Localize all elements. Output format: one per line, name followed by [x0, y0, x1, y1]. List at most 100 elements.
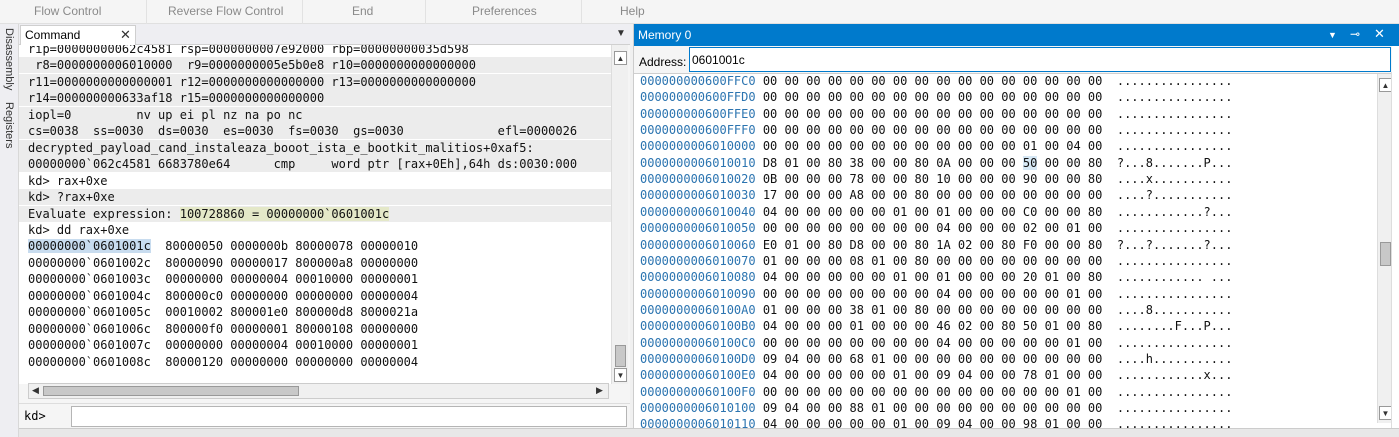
memory-row-address: 000000000600FFF0	[640, 123, 756, 138]
memory-row-ascii: ....x...........	[1116, 172, 1233, 187]
scroll-thumb[interactable]	[43, 386, 299, 396]
pin-icon[interactable]: ⊸	[1350, 27, 1360, 41]
expression-result: 100728860 = 00000000`0601001c	[179, 206, 390, 221]
memory-row-bytes[interactable]: 00 00 00 00 00 00 00 00 04 00 00 00 00 0…	[763, 336, 1103, 350]
console-line-text: decrypted_payload_cand_instaleaza_booot_…	[28, 140, 534, 155]
ribbon-end[interactable]: End	[352, 4, 373, 18]
panel-menu-icon[interactable]: ▼	[616, 28, 626, 39]
memory-row-bytes[interactable]: 00 00 80	[1037, 156, 1103, 170]
memory-row: 00000000060100E0 04 00 00 00 00 00 01 00…	[640, 367, 1232, 383]
memory-row-address: 0000000006010070	[640, 253, 756, 268]
scroll-up-icon[interactable]: ▲	[614, 51, 627, 65]
memory-row-ascii: ?...8.......P...	[1116, 155, 1233, 170]
scroll-thumb[interactable]	[1380, 242, 1391, 266]
memory-row-bytes[interactable]: 00 00 00 00 00 00 00 00 00 00 00 00 00 0…	[763, 74, 1103, 88]
scroll-right-icon[interactable]: ▶	[596, 385, 603, 396]
memory-row-bytes[interactable]: 00 00 00 00 00 00 00 00 00 00 00 00 00 0…	[763, 385, 1103, 399]
tab-command[interactable]: Command ✕	[20, 25, 136, 45]
side-tab-disassembly[interactable]: Disassembly	[3, 28, 15, 90]
console-line-text: kd> rax+0xe	[28, 173, 108, 188]
side-tab-registers[interactable]: Registers	[3, 102, 15, 148]
memory-row-bytes[interactable]: 04 00 00 00 01 00 00 00 46 02 00 80 50 0…	[763, 319, 1103, 333]
memory-row-bytes[interactable]: 0B 00 00 00 78 00 00 80 10 00 00 00 90 0…	[763, 172, 1103, 186]
close-icon[interactable]: ✕	[120, 27, 131, 43]
console-line-text: iopl=0 nv up ei pl nz na po nc	[28, 107, 303, 122]
memory-row-ascii: ?...?.......?...	[1116, 237, 1233, 252]
memory-row-address: 0000000006010090	[640, 286, 756, 301]
memory-row-address: 00000000060100B0	[640, 319, 756, 334]
memory-row: 0000000006010010 D8 01 00 80 38 00 00 80…	[640, 155, 1232, 171]
memory-dump: 000000000600FFC0 00 00 00 00 00 00 00 00…	[634, 74, 1377, 437]
memory-row-bytes[interactable]: 00 00 00 00 00 00 00 00 04 00 00 00 02 0…	[763, 221, 1103, 235]
memory-row-bytes[interactable]: 01 00 00 00 08 01 00 80 00 00 00 00 00 0…	[763, 254, 1103, 268]
memory-row-bytes[interactable]: 00 00 00 00 00 00 00 00 00 00 00 00 00 0…	[763, 123, 1103, 137]
console-line: kd> ?rax+0xe	[19, 189, 611, 206]
ribbon-help[interactable]: Help	[620, 4, 645, 18]
memory-row-ascii: ................	[1116, 106, 1233, 121]
memory-row: 000000000600FFF0 00 00 00 00 00 00 00 00…	[640, 122, 1232, 138]
dropdown-icon[interactable]: ▼	[1328, 30, 1337, 40]
memory-row: 00000000060100D0 09 04 00 00 68 01 00 00…	[640, 351, 1232, 367]
console-line-text: 00000000`0601006c 800000f0 00000001 8000…	[28, 321, 419, 336]
console-line: 00000000`0601001c 80000050 0000000b 8000…	[28, 238, 611, 254]
memory-row: 00000000060100F0 00 00 00 00 00 00 00 00…	[640, 384, 1232, 400]
memory-row-ascii: ....8...........	[1116, 302, 1233, 317]
memory-row-ascii: ....h...........	[1116, 351, 1233, 366]
command-horizontal-scrollbar[interactable]: ◀ ▶	[28, 383, 609, 399]
command-vertical-scrollbar[interactable]: ▲ ▼	[611, 45, 628, 384]
console-line-text: Evaluate expression:	[28, 206, 180, 221]
memory-row-bytes[interactable]: 04 00 00 00 00 00 01 00 01 00 00 00 20 0…	[763, 270, 1103, 284]
memory-row: 00000000060100B0 04 00 00 00 01 00 00 00…	[640, 318, 1232, 334]
memory-row: 000000000600FFD0 00 00 00 00 00 00 00 00…	[640, 89, 1232, 105]
scroll-left-icon[interactable]: ◀	[32, 385, 39, 396]
console-line: kd> rax+0xe	[28, 173, 611, 189]
memory-row-address: 0000000006010040	[640, 204, 756, 219]
address-input[interactable]	[689, 47, 1391, 72]
console-line: 00000000`0601005c 00010002 800001e0 8000…	[28, 304, 611, 320]
memory-row-bytes[interactable]: 09 04 00 00 88 01 00 00 00 00 00 00 00 0…	[763, 401, 1103, 415]
memory-row-bytes[interactable]: 09 04 00 00 68 01 00 00 00 00 00 00 00 0…	[763, 352, 1103, 366]
close-icon[interactable]: ✕	[1374, 26, 1385, 42]
console-line-text: 00000000`0601008c 80000120 00000000 0000…	[28, 354, 419, 369]
ribbon-reverse-flow-control[interactable]: Reverse Flow Control	[168, 4, 283, 18]
memory-row: 0000000006010050 00 00 00 00 00 00 00 00…	[640, 220, 1232, 236]
memory-byte-highlight[interactable]: 50	[1022, 155, 1038, 170]
memory-row-bytes[interactable]: 00 00 00 00 00 00 00 00 00 00 00 00 01 0…	[763, 139, 1103, 153]
command-input-row: kd>	[19, 403, 630, 428]
memory-row: 0000000006010060 E0 01 00 80 D8 00 00 80…	[640, 237, 1232, 253]
status-strip	[19, 428, 1399, 437]
console-line-text: r14=000000000633af18 r15=000000000000000…	[28, 91, 325, 106]
command-input[interactable]	[71, 406, 627, 427]
memory-row-bytes[interactable]: 04 00 00 00 00 00 01 00 01 00 00 00 C0 0…	[763, 205, 1103, 219]
memory-row: 00000000060100A0 01 00 00 00 38 01 00 80…	[640, 302, 1232, 318]
ribbon-preferences[interactable]: Preferences	[472, 4, 537, 18]
memory-title: Memory 0	[638, 28, 692, 42]
side-tab-strip: Disassembly Registers	[0, 24, 19, 437]
memory-row-bytes[interactable]: 01 00 00 00 38 01 00 80 00 00 00 00 00 0…	[763, 303, 1103, 317]
memory-row: 000000000600FFC0 00 00 00 00 00 00 00 00…	[640, 74, 1232, 89]
memory-row-bytes[interactable]: 00 00 00 00 00 00 00 00 04 00 00 00 00 0…	[763, 287, 1103, 301]
scroll-thumb[interactable]	[615, 345, 626, 367]
console-line: 00000000`0601006c 800000f0 00000001 8000…	[28, 321, 611, 337]
memory-row: 0000000006010080 04 00 00 00 00 00 01 00…	[640, 269, 1232, 285]
memory-row-bytes[interactable]: 00 00 00 00 00 00 00 00 00 00 00 00 00 0…	[763, 90, 1103, 104]
memory-row-address: 00000000060100D0	[640, 351, 756, 366]
memory-row-address: 000000000600FFC0	[640, 74, 756, 88]
console-line: 00000000`062c4581 6683780e64 cmp word pt…	[19, 156, 611, 173]
memory-row-bytes[interactable]: 00 00 00 00 00 00 00 00 00 00 00 00 00 0…	[763, 107, 1103, 121]
console-selection[interactable]: 00000000`0601001c	[28, 239, 151, 254]
memory-row: 0000000006010070 01 00 00 00 08 01 00 80…	[640, 253, 1232, 269]
memory-row-bytes[interactable]: D8 01 00 80 38 00 00 80 0A 00 00 00	[763, 156, 1023, 170]
memory-row-bytes[interactable]: 17 00 00 00 A8 00 00 80 00 00 00 00 00 0…	[763, 188, 1103, 202]
memory-row-bytes[interactable]: 04 00 00 00 00 00 01 00 09 04 00 00 78 0…	[763, 368, 1103, 382]
memory-row-ascii: ........F...P...	[1116, 319, 1233, 334]
memory-row-bytes[interactable]: E0 01 00 80 D8 00 00 80 1A 02 00 80 F0 0…	[763, 238, 1103, 252]
console-line-text: 00000000`0601007c 00000000 00000004 0001…	[28, 338, 419, 353]
ribbon-flow-control[interactable]: Flow Control	[34, 4, 101, 18]
console-line: 00000000`0601003c 00000000 00000004 0001…	[28, 271, 611, 287]
ribbon-separator	[425, 0, 426, 24]
scroll-down-icon[interactable]: ▼	[614, 368, 627, 382]
memory-row-address: 0000000006010020	[640, 172, 756, 187]
memory-row-ascii: ................	[1116, 90, 1233, 105]
tab-command-label: Command	[25, 28, 81, 42]
